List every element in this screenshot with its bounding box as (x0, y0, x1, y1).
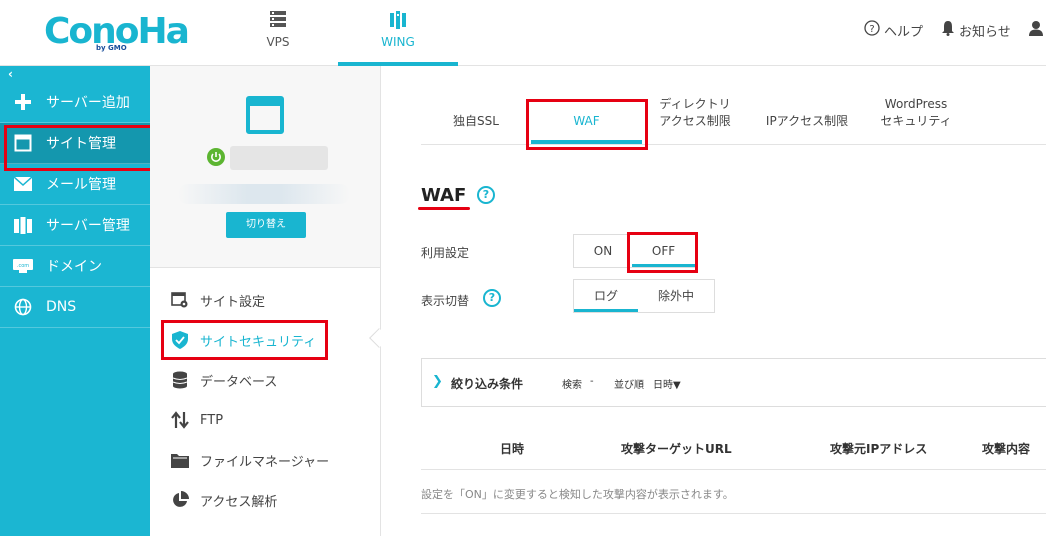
tab-wordpress-security[interactable]: WordPress セキュリティ (871, 96, 961, 130)
site-panel: 切り替え サイト設定 サイトセキュリティ データベース FTP ファイルマネージ… (150, 66, 389, 536)
pie-chart-icon (170, 490, 190, 510)
server-manage-icon (12, 214, 34, 236)
menu-item-label: ファイルマネージャー (200, 454, 330, 470)
sidebar-item-label: サーバー追加 (46, 95, 130, 111)
display-excluded-option[interactable]: 除外中 (638, 280, 714, 312)
display-switch-label: 表示切替 (421, 294, 470, 308)
menu-ftp[interactable]: FTP (170, 405, 223, 435)
nav-label-vps: VPS (266, 35, 290, 49)
usage-setting-label: 利用設定 (421, 246, 470, 260)
mail-icon (12, 173, 34, 195)
conoha-logo[interactable]: ConoHa by GMO (44, 10, 190, 54)
highlight-box-waf-tab (526, 99, 648, 150)
help-link[interactable]: ? ヘルプ (864, 20, 923, 40)
menu-file-manager[interactable]: ファイルマネージャー (170, 445, 329, 475)
tabs-divider (421, 144, 1046, 145)
menu-item-label: FTP (200, 412, 224, 428)
filter-title: 絞り込み条件 (451, 377, 524, 391)
empty-table-message: 設定を「ON」に変更すると検知した攻撃内容が表示されます。 (421, 488, 734, 501)
window-icon (12, 132, 34, 154)
table-header-divider (421, 469, 1046, 470)
menu-item-label: データベース (200, 374, 278, 390)
table-header-source-ip: 攻撃元IPアドレス (830, 442, 928, 456)
table-row-divider (421, 513, 1046, 514)
plus-icon (12, 91, 34, 113)
tab-directory-access[interactable]: ディレクトリ アクセス制限 (655, 96, 735, 130)
tab-custom-ssl[interactable]: 独自SSL (443, 113, 509, 130)
server-icon (269, 10, 287, 32)
tab-ip-access[interactable]: IPアクセス制限 (757, 113, 857, 130)
globe-icon (12, 296, 34, 318)
svg-text:.com: .com (17, 263, 29, 269)
table-header-datetime: 日時 (500, 442, 525, 456)
switch-site-button[interactable]: 切り替え (226, 212, 306, 238)
filter-panel[interactable]: ❯ 絞り込み条件 検索 - 並び順 日時▼ (421, 358, 1046, 407)
sidebar-item-label: サーバー管理 (46, 218, 130, 234)
user-menu[interactable] (1028, 20, 1044, 40)
sidebar-item-site-management[interactable]: サイト管理 (0, 123, 158, 171)
sidebar-item-add-server[interactable]: サーバー追加 (0, 82, 150, 123)
ftp-icon (170, 410, 190, 430)
notice-label: お知らせ (959, 24, 1011, 40)
sidebar-item-dns[interactable]: DNS (0, 287, 150, 328)
table-header-target-url: 攻撃ターゲットURL (621, 442, 732, 456)
database-icon (170, 370, 190, 390)
sidebar-item-label: ドメイン (46, 259, 102, 275)
chevron-right-icon: ❯ (432, 374, 443, 389)
menu-item-label: アクセス解析 (200, 494, 278, 510)
domain-icon: .com (12, 255, 34, 277)
sidebar-item-domain[interactable]: .com ドメイン (0, 246, 150, 287)
filter-search-label: 検索 (562, 380, 582, 391)
table-header-attack-content: 攻撃内容 (982, 442, 1031, 456)
menu-database[interactable]: データベース (170, 365, 277, 395)
wing-server-icon (389, 10, 407, 34)
sidebar-item-label: DNS (46, 299, 77, 315)
highlight-box-off (627, 232, 698, 273)
user-icon (1028, 20, 1044, 40)
usage-on-option[interactable]: ON (574, 235, 632, 267)
sidebar-item-server-management[interactable]: サーバー管理 (0, 205, 150, 246)
sidebar-item-label: サイト管理 (46, 136, 116, 152)
menu-site-settings[interactable]: サイト設定 (170, 285, 265, 315)
site-window-icon (246, 96, 284, 134)
bell-icon (941, 20, 955, 40)
filter-sort-value[interactable]: 日時▼ (653, 376, 681, 391)
sidebar: ‹ サーバー追加 サイト管理 メール管理 サーバー管理 .com ドメイン DN… (0, 66, 158, 536)
menu-item-label: サイト設定 (200, 294, 266, 310)
site-name-blurred (230, 146, 328, 170)
sidebar-collapse-toggle[interactable]: ‹ (0, 66, 150, 82)
sidebar-item-mail-management[interactable]: メール管理 (0, 164, 150, 205)
highlight-box-site-security (161, 320, 328, 360)
nav-tab-vps[interactable]: VPS (218, 0, 338, 66)
site-summary: 切り替え (150, 66, 380, 268)
page-title: WAF (421, 185, 467, 206)
nav-label-wing: WING (381, 35, 415, 49)
notice-link[interactable]: お知らせ (941, 20, 1011, 40)
site-settings-icon (170, 290, 190, 310)
svg-text:?: ? (869, 24, 874, 35)
site-domain-blurred (178, 184, 350, 204)
main-content: 独自SSL WAF ディレクトリ アクセス制限 IPアクセス制限 WordPre… (381, 66, 1046, 536)
filter-sort-label: 並び順 (614, 380, 644, 391)
filter-search-value: - (590, 376, 594, 387)
help-label: ヘルプ (884, 24, 924, 40)
title-red-underline (418, 207, 470, 210)
folder-icon (170, 450, 190, 470)
menu-access-analytics[interactable]: アクセス解析 (170, 485, 277, 515)
top-header: ConoHa by GMO VPS WING ? ヘルプ お知らせ (0, 0, 1046, 66)
waf-help-icon[interactable]: ? (477, 186, 495, 204)
logo-gmo: by GMO (96, 44, 127, 52)
display-help-icon[interactable]: ? (483, 289, 501, 307)
power-status-icon (207, 148, 225, 166)
display-log-option[interactable]: ログ (574, 280, 638, 312)
nav-tab-wing[interactable]: WING (338, 0, 458, 66)
help-icon: ? (864, 20, 880, 40)
sidebar-item-label: メール管理 (46, 177, 116, 193)
display-toggle: ログ 除外中 (573, 279, 715, 313)
